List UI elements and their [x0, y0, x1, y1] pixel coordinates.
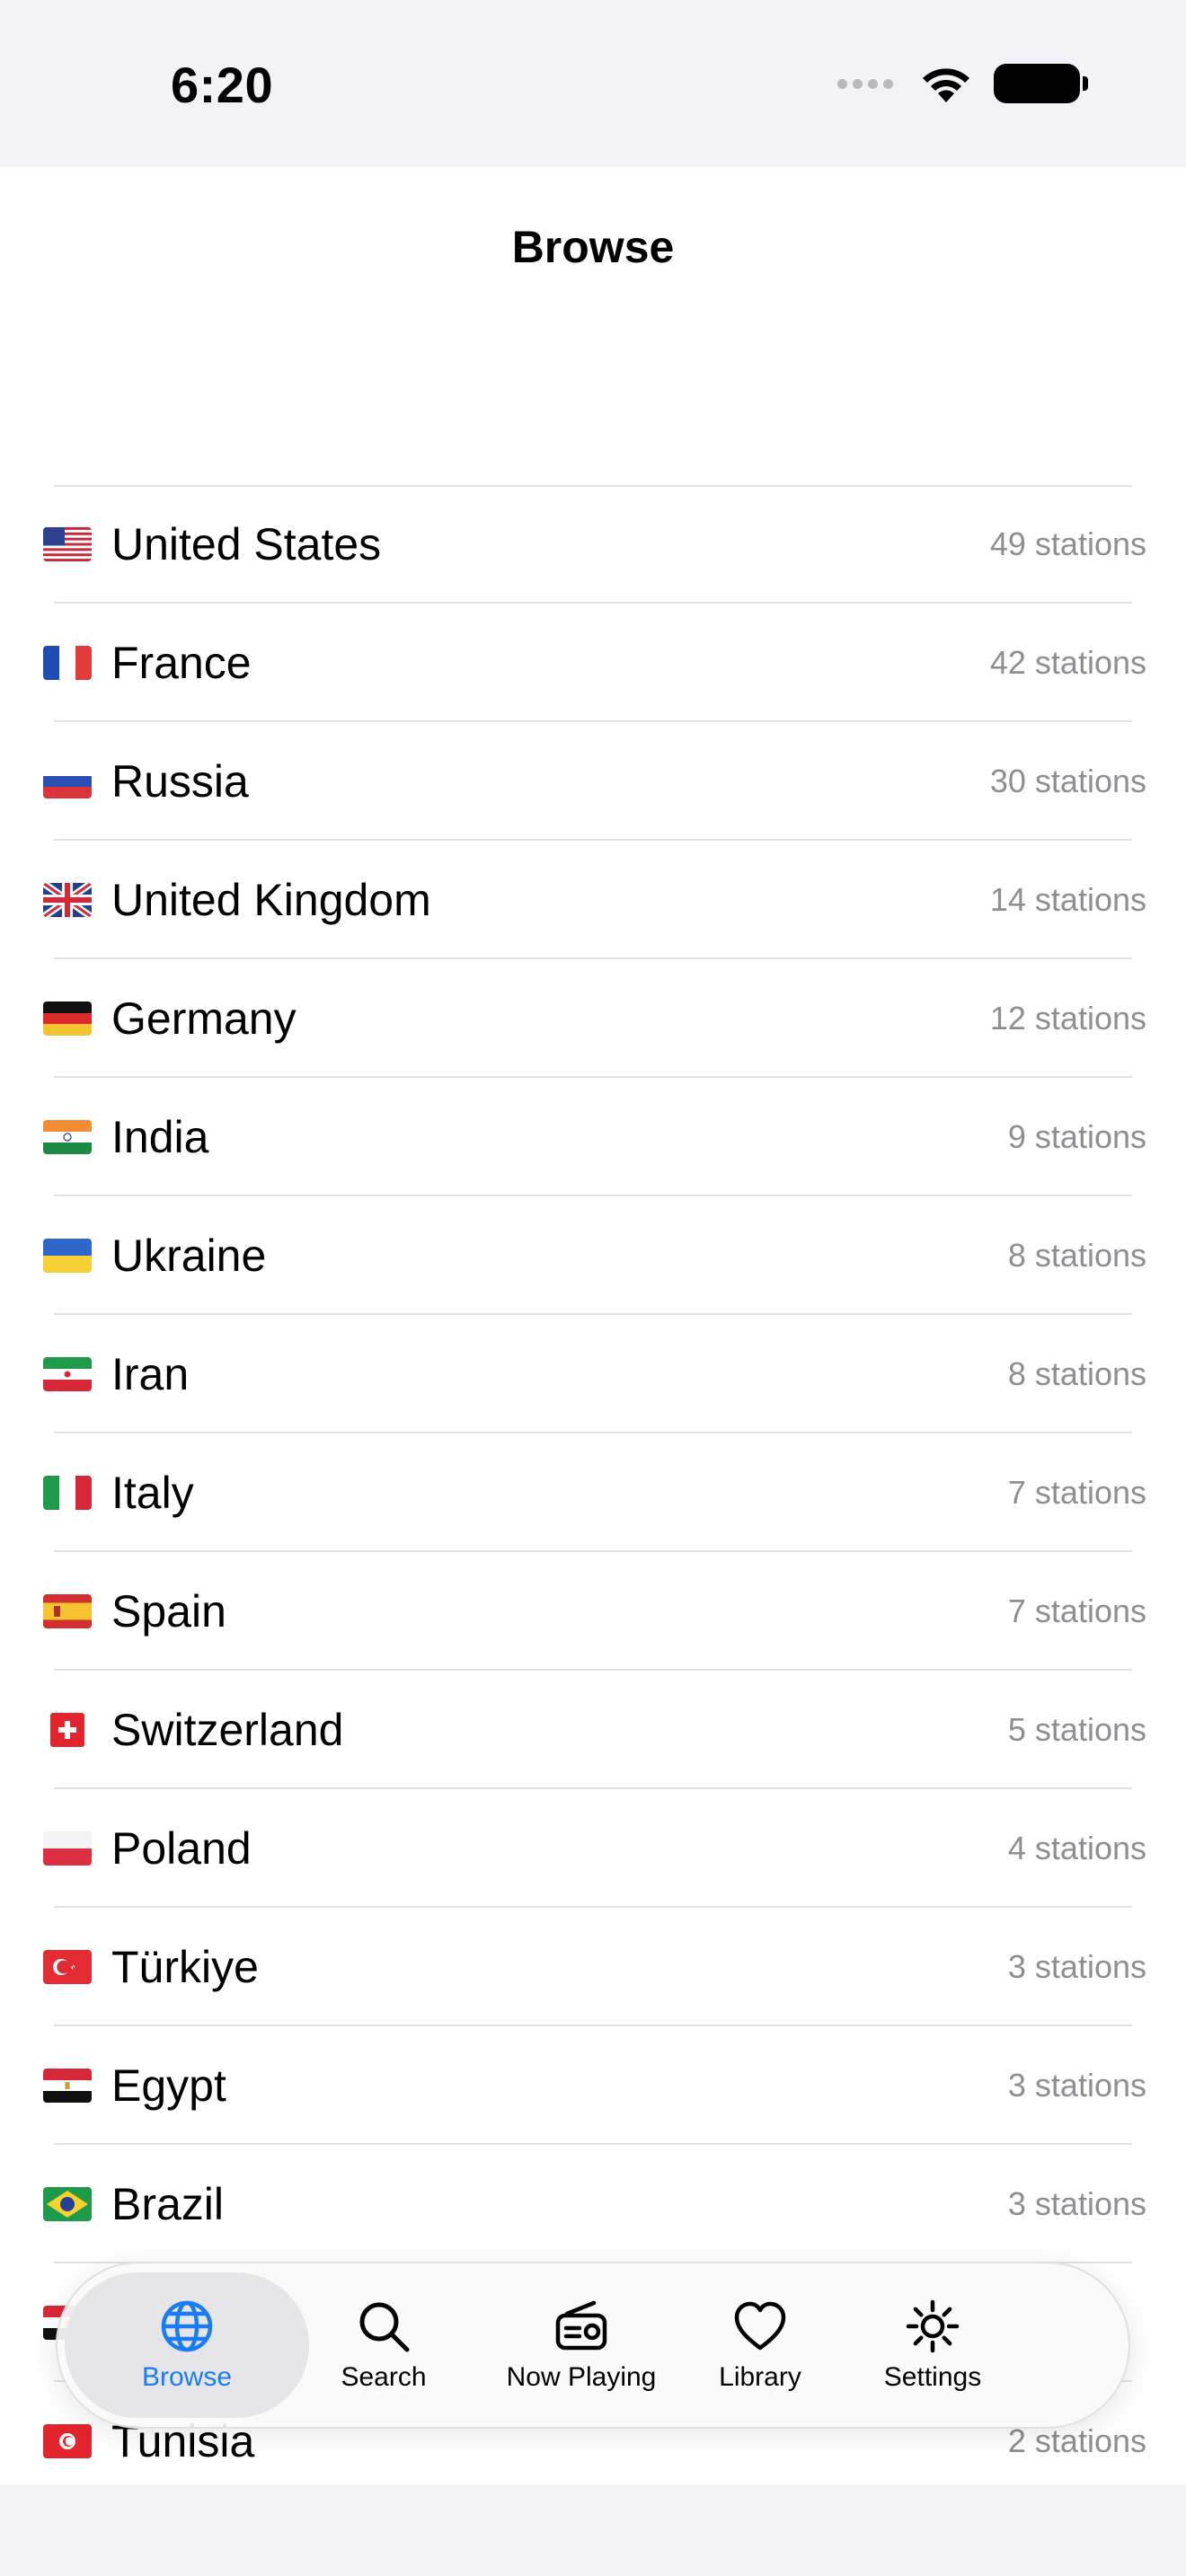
country-row[interactable]: Egypt 3 stations: [0, 2026, 1186, 2145]
country-row[interactable]: Poland 4 stations: [0, 1789, 1186, 1908]
country-name: France: [111, 638, 252, 688]
gear-icon: [906, 2299, 960, 2353]
cellular-signal-icon: [837, 78, 893, 89]
country-row[interactable]: India 9 stations: [0, 1078, 1186, 1196]
country-name: United States: [111, 519, 382, 569]
country-name: Russia: [111, 756, 249, 807]
country-name: Brazil: [111, 2179, 225, 2229]
country-name: Spain: [111, 1586, 226, 1636]
tab-label: Search: [341, 2362, 427, 2392]
search-icon: [359, 2302, 410, 2352]
tab-label: Browse: [141, 2362, 233, 2392]
flag-icon: [43, 1713, 92, 1747]
flag-icon: [43, 1476, 92, 1510]
station-count: 7 stations: [1007, 1474, 1146, 1511]
tab-now-playing[interactable]: Now Playing: [456, 2272, 706, 2418]
country-row[interactable]: Switzerland 5 stations: [0, 1671, 1186, 1789]
tab-browse[interactable]: Browse: [65, 2272, 309, 2418]
country-row[interactable]: United Kingdom 14 stations: [0, 841, 1186, 959]
country-name: Türkiye: [111, 1942, 259, 1992]
station-count: 3 stations: [1007, 1948, 1146, 1985]
tab-bar: Browse Search Now Playing Library Settings: [56, 2262, 1130, 2429]
flag-icon: [43, 1831, 92, 1866]
country-name: India: [111, 1112, 209, 1162]
country-name: Germany: [111, 993, 296, 1044]
page-title: Browse: [511, 222, 675, 272]
station-count: 49 stations: [989, 525, 1146, 562]
tab-search[interactable]: Search: [316, 2272, 451, 2418]
country-row[interactable]: Germany 12 stations: [0, 959, 1186, 1078]
battery-icon: [994, 64, 1088, 103]
flag-icon: [43, 1950, 92, 1984]
flag-icon: [43, 527, 92, 561]
country-name: Egypt: [111, 2060, 226, 2111]
flag-icon: [43, 646, 92, 680]
bottom-strip: [0, 2484, 1186, 2576]
station-count: 9 stations: [1007, 1118, 1146, 1155]
country-row[interactable]: United States 49 stations: [0, 485, 1186, 604]
station-count: 14 stations: [989, 881, 1146, 918]
tab-label: Now Playing: [506, 2362, 657, 2392]
country-list: United States 49 stations France 42 station…: [0, 485, 1186, 2501]
flag-icon: [43, 764, 92, 798]
country-name: Switzerland: [111, 1705, 344, 1755]
country-name: United Kingdom: [111, 875, 431, 925]
tab-library[interactable]: Library: [697, 2272, 823, 2418]
station-count: 30 stations: [989, 763, 1146, 799]
wifi-icon: [923, 68, 969, 102]
country-row[interactable]: France 42 stations: [0, 604, 1186, 722]
station-count: 8 stations: [1007, 1237, 1146, 1274]
flag-icon: [43, 1594, 92, 1628]
tab-label: Library: [719, 2362, 801, 2392]
flag-icon: [43, 1357, 92, 1391]
country-row[interactable]: Russia 30 stations: [0, 722, 1186, 841]
country-row[interactable]: Iran 8 stations: [0, 1315, 1186, 1434]
flag-icon: [43, 2187, 92, 2221]
flag-icon: [43, 2069, 92, 2103]
country-row[interactable]: Spain 7 stations: [0, 1552, 1186, 1671]
tab-settings[interactable]: Settings: [861, 2272, 1005, 2418]
station-count: 42 stations: [989, 644, 1146, 681]
radio-icon: [555, 2300, 607, 2351]
country-row[interactable]: Türkiye 3 stations: [0, 1908, 1186, 2026]
flag-icon: [43, 1120, 92, 1154]
station-count: 8 stations: [1007, 1355, 1146, 1392]
country-name: Italy: [111, 1468, 194, 1518]
tab-label: Settings: [883, 2362, 982, 2392]
country-name: Iran: [111, 1349, 190, 1399]
station-count: 3 stations: [1007, 2185, 1146, 2222]
flag-icon: [43, 1001, 92, 1036]
country-row[interactable]: Italy 7 stations: [0, 1434, 1186, 1552]
country-row[interactable]: Brazil 3 stations: [0, 2145, 1186, 2263]
flag-icon: [43, 883, 92, 917]
globe-icon: [161, 2300, 213, 2352]
country-row[interactable]: Ukraine 8 stations: [0, 1196, 1186, 1315]
station-count: 7 stations: [1007, 1592, 1146, 1629]
flag-icon: [43, 1239, 92, 1273]
country-name: Poland: [111, 1823, 252, 1874]
station-count: 12 stations: [989, 1000, 1146, 1037]
station-count: 4 stations: [1007, 1830, 1146, 1866]
status-bar: 6:20: [0, 0, 1186, 167]
station-count: 3 stations: [1007, 2067, 1146, 2104]
status-icons: [837, 63, 1088, 104]
status-time: 6:20: [171, 57, 274, 113]
flag-icon: [43, 2424, 92, 2458]
station-count: 5 stations: [1007, 1711, 1146, 1748]
country-name: Ukraine: [111, 1231, 267, 1281]
heart-icon: [734, 2301, 786, 2351]
